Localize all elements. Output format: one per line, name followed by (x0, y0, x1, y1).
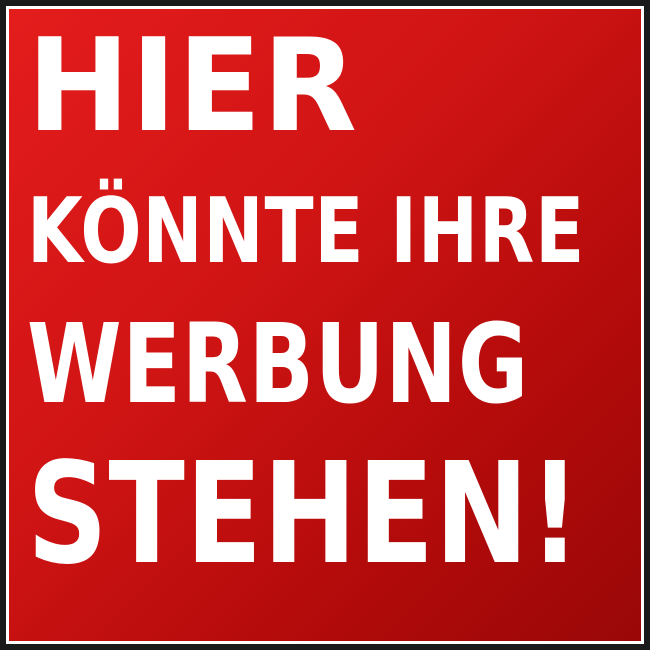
advertising-sign: HIER KÖNNTE IHRE WERBUNG STEHEN! (6, 6, 644, 644)
sign-line-stehen: STEHEN! (27, 433, 582, 596)
sign-line-hier: HIER (27, 12, 358, 161)
sign-line-koennte-ihre: KÖNNTE IHRE (27, 179, 586, 284)
sign-line-werbung: WERBUNG (27, 300, 530, 428)
